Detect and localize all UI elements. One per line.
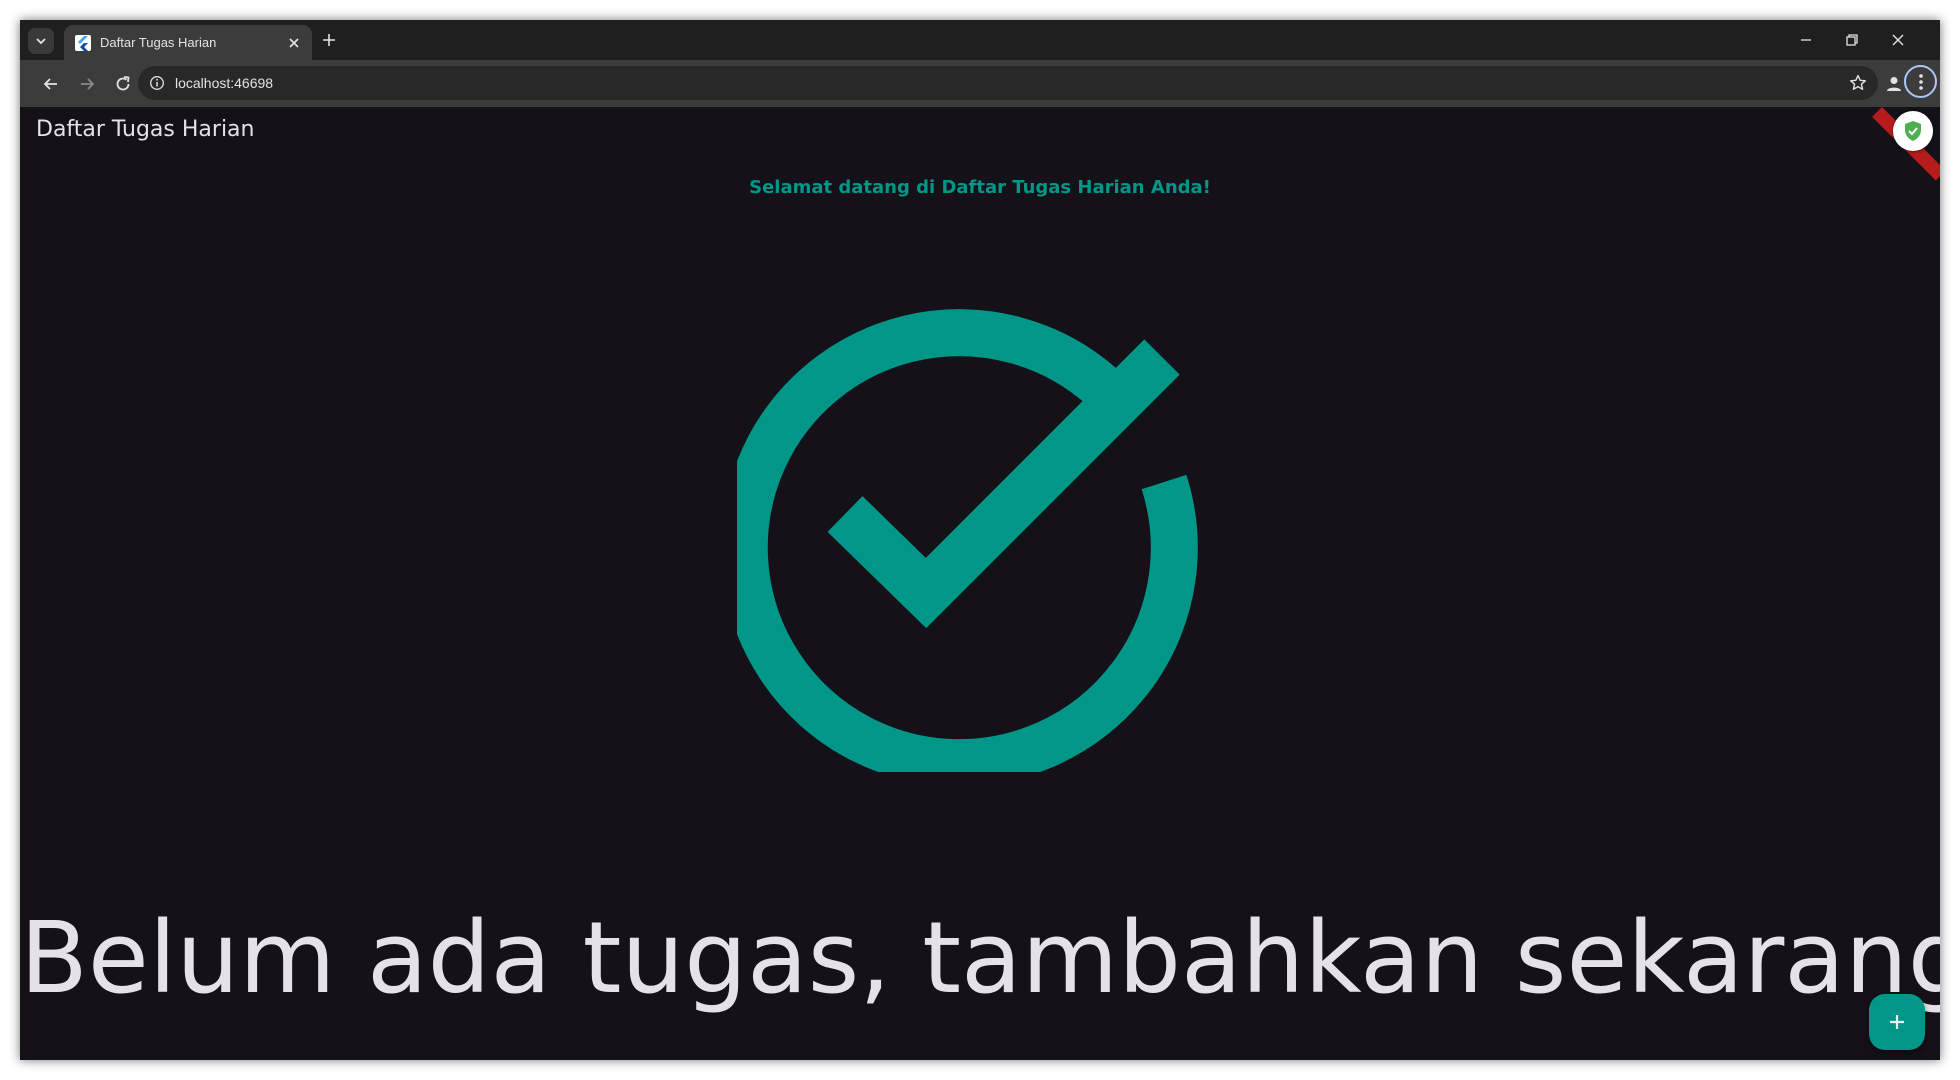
- profile-icon[interactable]: [1882, 72, 1906, 96]
- empty-state-message: Belum ada tugas, tambahkan sekarang!: [20, 901, 1940, 1016]
- page-title: Daftar Tugas Harian: [36, 117, 255, 142]
- add-icon: [1890, 1015, 1904, 1029]
- tab-strip: Daftar Tugas Harian: [20, 20, 1940, 60]
- browser-window: Daftar Tugas Harian localhost:46698 Daft…: [20, 20, 1940, 1060]
- shield-check-icon: [1905, 121, 1921, 141]
- browser-toolbar: localhost:46698: [20, 60, 1940, 107]
- flutter-favicon-icon: [75, 35, 91, 51]
- bookmark-star-icon[interactable]: [1848, 73, 1868, 93]
- more-vert-icon: [1918, 73, 1923, 90]
- extension-badge[interactable]: [1893, 111, 1933, 151]
- back-arrow-icon[interactable]: [40, 73, 62, 95]
- close-tab-icon[interactable]: [286, 35, 302, 51]
- forward-arrow-icon[interactable]: [76, 73, 98, 95]
- close-window-icon[interactable]: [1889, 31, 1907, 49]
- browser-menu-button[interactable]: [1904, 65, 1937, 98]
- add-task-button[interactable]: [1869, 994, 1925, 1050]
- new-tab-icon[interactable]: [320, 31, 338, 49]
- restore-icon[interactable]: [1843, 31, 1861, 49]
- browser-tab[interactable]: Daftar Tugas Harian: [64, 25, 312, 60]
- reload-icon[interactable]: [112, 73, 134, 95]
- url-text: localhost:46698: [175, 75, 274, 91]
- app-body: Daftar Tugas Harian Selamat datang di Da…: [20, 107, 1940, 1060]
- chevron-down-icon: [36, 38, 46, 45]
- minimize-icon[interactable]: [1797, 31, 1815, 49]
- tab-title: Daftar Tugas Harian: [100, 35, 217, 50]
- tab-search-button[interactable]: [28, 28, 54, 54]
- address-bar[interactable]: localhost:46698: [138, 66, 1878, 100]
- site-info-icon[interactable]: [149, 75, 165, 91]
- check-circle-icon: [737, 309, 1198, 772]
- welcome-message: Selamat datang di Daftar Tugas Harian An…: [749, 177, 1211, 198]
